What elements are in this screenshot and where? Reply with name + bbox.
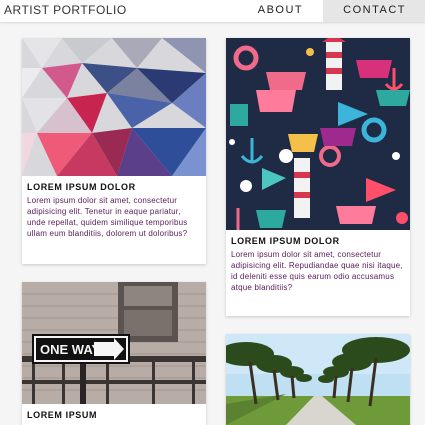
sign-text: ONE WAY bbox=[40, 342, 101, 357]
top-navbar: ARTIST PORTFOLIO ABOUT CONTACT bbox=[0, 0, 425, 22]
card-text: Lorem ipsum dolor sit amet, consectetur … bbox=[231, 250, 403, 292]
card-title: LOREM IPSUM bbox=[27, 410, 98, 420]
nav-about[interactable]: ABOUT bbox=[238, 0, 323, 22]
card-text: Lorem ipsum dolor sit amet, consectetur … bbox=[27, 196, 188, 238]
brand-link[interactable]: ARTIST PORTFOLIO bbox=[4, 3, 127, 17]
low-poly-art-image bbox=[22, 38, 206, 176]
tree-lined-road-image bbox=[226, 334, 410, 425]
portfolio-card[interactable]: LOREM IPSUM DOLOR Lorem ipsum dolor sit … bbox=[22, 38, 206, 264]
nav-contact[interactable]: CONTACT bbox=[323, 0, 425, 22]
main-nav: ABOUT CONTACT bbox=[238, 0, 425, 22]
portfolio-card[interactable] bbox=[226, 334, 410, 425]
nautical-pattern-image bbox=[226, 38, 410, 230]
portfolio-card[interactable]: LOREM IPSUM DOLOR Lorem ipsum dolor sit … bbox=[226, 38, 410, 316]
one-way-sign-image: ONE WAY bbox=[22, 282, 206, 404]
card-title: LOREM IPSUM DOLOR bbox=[231, 236, 340, 246]
portfolio-card[interactable]: ONE WAY LOREM IPSUM bbox=[22, 282, 206, 425]
card-title: LOREM IPSUM DOLOR bbox=[27, 182, 136, 192]
